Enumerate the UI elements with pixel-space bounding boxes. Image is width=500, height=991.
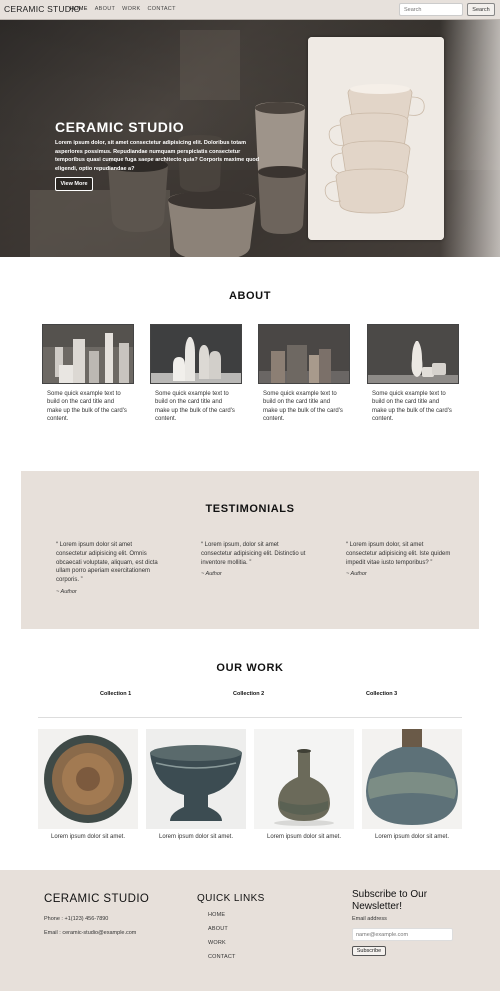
nav-link-about[interactable]: ABOUT: [95, 6, 115, 12]
hero-background-light: [440, 20, 500, 257]
work-item-caption: Lorem ipsum dolor sit amet.: [50, 834, 126, 840]
testimonial-item: “ Lorem ipsum dolor, sit amet consectetu…: [346, 541, 451, 577]
about-title: ABOUT: [228, 290, 272, 302]
work-item-caption: Lorem ipsum dolor sit amet.: [374, 834, 450, 840]
work-item-image[interactable]: [362, 729, 462, 829]
quick-links-title: QUICK LINKS: [197, 893, 265, 904]
email-label: Email address: [352, 916, 387, 922]
about-card: Some quick example text to build on the …: [367, 324, 459, 434]
work-item-caption: Lorem ipsum dolor sit amet.: [158, 834, 234, 840]
tab-collection-3[interactable]: Collection 3: [366, 691, 397, 697]
tab-collection-2[interactable]: Collection 2: [233, 691, 264, 697]
testimonials-section: TESTIMONIALS “ Lorem ipsum dolor sit ame…: [21, 471, 479, 629]
nav-links: HOME ABOUT WORK CONTACT: [70, 6, 176, 12]
testimonial-quote: “ Lorem ipsum dolor, sit amet consectetu…: [346, 542, 451, 566]
hero-description: Lorem ipsum dolor, sit amet consectetur …: [55, 140, 260, 172]
footer-link-contact[interactable]: CONTACT: [208, 954, 236, 960]
footer-phone: Phone : +1(123) 456-7890: [44, 916, 109, 922]
hero-title: CERAMIC STUDIO: [55, 119, 185, 135]
footer-link-home[interactable]: HOME: [208, 912, 225, 918]
view-more-button[interactable]: View More: [55, 177, 93, 191]
newsletter-email-input[interactable]: [352, 928, 453, 941]
about-card-image: [367, 324, 459, 384]
footer-brand: CERAMIC STUDIO: [44, 893, 150, 905]
newsletter-title: Subscribe to Our Newsletter!: [352, 889, 428, 912]
testimonial-author: ~ Author: [56, 588, 77, 595]
navbar: CERAMIC STUDIO HOME ABOUT WORK CONTACT S…: [0, 0, 500, 20]
work-title: OUR WORK: [216, 662, 284, 674]
about-card-image: [150, 324, 242, 384]
about-card: Some quick example text to build on the …: [42, 324, 134, 434]
about-card: Some quick example text to build on the …: [150, 324, 242, 434]
testimonial-author: ~ Author: [201, 571, 222, 578]
footer-link-work[interactable]: WORK: [208, 940, 226, 946]
testimonial-item: “ Lorem ipsum dolor sit amet consectetur…: [56, 541, 161, 595]
work-item-image[interactable]: [254, 729, 354, 829]
work-item-image[interactable]: [146, 729, 246, 829]
about-card-text: Some quick example text to build on the …: [263, 391, 343, 423]
subscribe-button[interactable]: Subscribe: [352, 946, 386, 956]
work-item-caption: Lorem ipsum dolor sit amet.: [266, 834, 342, 840]
about-card-text: Some quick example text to build on the …: [372, 391, 452, 423]
about-card: Some quick example text to build on the …: [258, 324, 350, 434]
hero-featured-image: [308, 37, 444, 240]
work-divider: [38, 717, 462, 718]
search-input[interactable]: [399, 3, 463, 16]
about-card-text: Some quick example text to build on the …: [47, 391, 127, 423]
footer-link-about[interactable]: ABOUT: [208, 926, 228, 932]
hero-section: CERAMIC STUDIO Lorem ipsum dolor, sit am…: [0, 20, 500, 257]
testimonial-author: ~ Author: [346, 571, 367, 578]
nav-link-contact[interactable]: CONTACT: [147, 6, 175, 12]
search-button[interactable]: Search: [467, 3, 495, 16]
testimonial-quote: “ Lorem ipsum dolor sit amet consectetur…: [56, 542, 158, 584]
navbar-brand[interactable]: CERAMIC STUDIO: [4, 4, 80, 14]
work-item-image[interactable]: [38, 729, 138, 829]
about-card-text: Some quick example text to build on the …: [155, 391, 235, 423]
nav-link-home[interactable]: HOME: [70, 6, 88, 12]
testimonial-item: “ Lorem ipsum, dolor sit amet consectetu…: [201, 541, 306, 577]
about-card-image: [258, 324, 350, 384]
testimonials-title: TESTIMONIALS: [205, 503, 295, 515]
testimonial-quote: “ Lorem ipsum, dolor sit amet consectetu…: [201, 542, 306, 566]
nav-link-work[interactable]: WORK: [122, 6, 140, 12]
about-card-image: [42, 324, 134, 384]
footer-email[interactable]: Email : ceramic-studio@example.com: [44, 930, 136, 936]
tab-collection-1[interactable]: Collection 1: [100, 691, 131, 697]
footer: CERAMIC STUDIO Phone : +1(123) 456-7890 …: [0, 870, 500, 991]
